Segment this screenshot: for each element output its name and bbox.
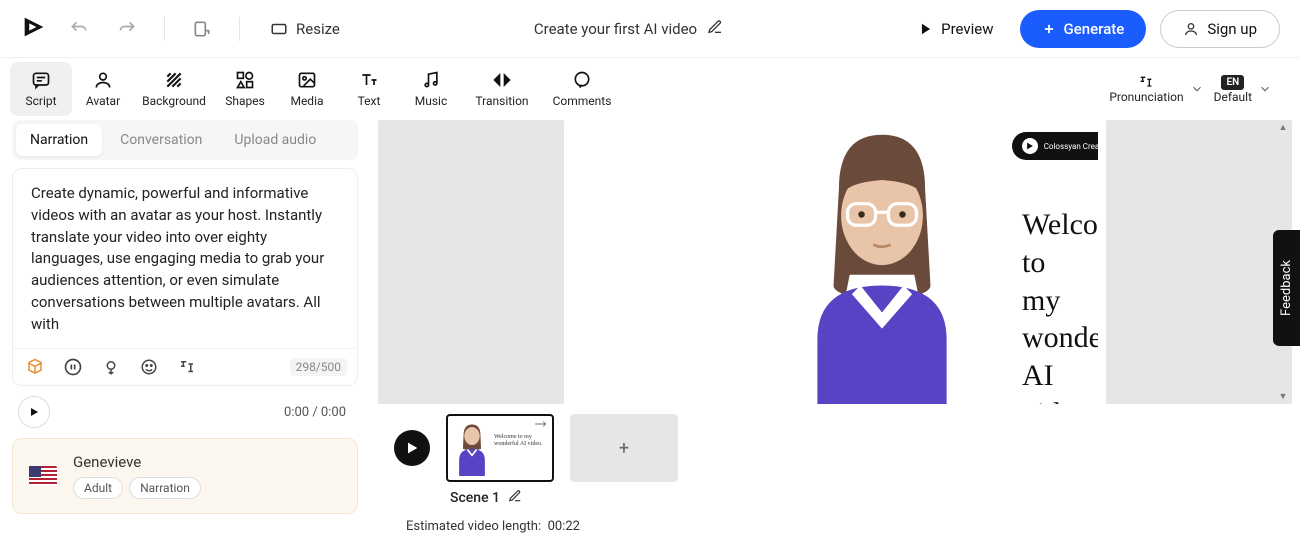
redo-button[interactable] (110, 12, 144, 46)
aspect-icon[interactable] (185, 12, 219, 46)
edit-scene-icon[interactable] (508, 488, 522, 507)
preview-label: Preview (941, 20, 993, 38)
voice-tag: Adult (73, 477, 123, 499)
tab-upload[interactable]: Upload audio (220, 124, 330, 156)
char-count: 298/500 (290, 358, 347, 376)
tool-text[interactable]: Text (338, 62, 400, 116)
chevron-down-icon (1258, 82, 1272, 96)
play-row: 0:00 / 0:00 (12, 394, 358, 430)
language-dropdown[interactable]: EN Default (1214, 75, 1272, 104)
topbar: Resize Create your first AI video Previe… (0, 0, 1300, 58)
tool-comments[interactable]: Comments (542, 62, 622, 116)
main: Narration Conversation Upload audio Crea… (0, 120, 1300, 554)
canvas-text-block[interactable]: Welcome to my wonderful AI video. Start … (1022, 206, 1088, 404)
project-title: Create your first AI video (534, 20, 697, 38)
brand-pill: Colossyan Creator™ (1012, 132, 1098, 160)
resize-label: Resize (296, 20, 340, 38)
preview-button[interactable]: Preview (907, 12, 1005, 46)
flag-us-icon (29, 466, 57, 486)
tool-label: Avatar (86, 94, 120, 108)
script-time: 0:00 / 0:00 (284, 405, 352, 420)
scene-thumbnail-1[interactable]: Welcome to mywonderful AI video. (446, 414, 554, 482)
feedback-tab[interactable]: Feedback (1273, 230, 1300, 346)
canvas-area: Colossyan Creator™ Wel (370, 120, 1300, 554)
tool-avatar[interactable]: Avatar (72, 62, 134, 116)
canvas-title: Welcome to my wonderful AI video. (1022, 206, 1088, 404)
emoji-icon[interactable] (137, 355, 161, 379)
tool-media[interactable]: Media (276, 62, 338, 116)
separator (239, 17, 240, 41)
translate-icon[interactable] (175, 355, 199, 379)
estimated-value: 00:22 (548, 519, 580, 534)
tool-label: Media (290, 94, 323, 108)
canvas-pad-right: ▲ ▼ (1106, 120, 1292, 404)
resize-button[interactable]: Resize (260, 14, 350, 44)
voice-card[interactable]: Genevieve Adult Narration (12, 438, 358, 514)
separator (164, 17, 165, 41)
tab-narration[interactable]: Narration (16, 124, 102, 156)
topbar-right: Preview Generate Sign up (907, 10, 1280, 48)
edit-title-icon[interactable] (707, 19, 723, 39)
pronunciation-dropdown[interactable]: Pronunciation (1109, 74, 1203, 104)
scene-label: Scene 1 (450, 490, 500, 506)
title-area: Create your first AI video (364, 19, 893, 39)
undo-button[interactable] (62, 12, 96, 46)
canvas-pad-left (378, 120, 564, 404)
add-scene-button[interactable]: + (570, 414, 678, 482)
script-tabs: Narration Conversation Upload audio (12, 120, 358, 160)
pause-circle-icon[interactable] (61, 355, 85, 379)
scene-label-row: Scene 1 (378, 488, 1292, 507)
default-label: Default (1214, 90, 1252, 104)
brand-text: Colossyan Creator™ (1044, 142, 1098, 151)
signup-label: Sign up (1207, 20, 1257, 38)
tab-conversation[interactable]: Conversation (106, 124, 216, 156)
timeline: Welcome to mywonderful AI video. + (378, 414, 1292, 482)
tool-label: Music (415, 94, 447, 108)
toolrow-right: Pronunciation EN Default (1109, 74, 1290, 104)
tool-transition[interactable]: Transition (462, 62, 542, 116)
tool-label: Text (358, 94, 381, 108)
generate-label: Generate (1064, 20, 1125, 38)
tool-label: Background (142, 94, 206, 108)
tool-script[interactable]: Script (10, 62, 72, 116)
tool-row: Script Avatar Background Shapes Media Te… (0, 58, 1300, 120)
tool-music[interactable]: Music (400, 62, 462, 116)
pronunciation-label: Pronunciation (1109, 90, 1183, 104)
tool-label: Script (25, 94, 56, 108)
estimated-label: Estimated video length: (406, 519, 541, 534)
script-footer: 298/500 (13, 348, 357, 385)
tool-background[interactable]: Background (134, 62, 214, 116)
script-box: Create dynamic, powerful and informative… (12, 168, 358, 386)
avatar-figure (752, 124, 1012, 404)
gesture-icon[interactable] (99, 355, 123, 379)
chevron-down-icon (1190, 82, 1204, 96)
play-script-button[interactable] (18, 396, 50, 428)
tool-label: Comments (553, 94, 612, 108)
cube-icon[interactable] (23, 355, 47, 379)
play-video-button[interactable] (394, 430, 430, 466)
voice-tag: Narration (129, 477, 201, 499)
script-textarea[interactable]: Create dynamic, powerful and informative… (13, 169, 357, 348)
tool-shapes[interactable]: Shapes (214, 62, 276, 116)
canvas-row: Colossyan Creator™ Wel (378, 120, 1292, 404)
logo[interactable] (20, 13, 48, 45)
tool-label: Transition (475, 94, 528, 108)
left-panel: Narration Conversation Upload audio Crea… (0, 120, 370, 554)
canvas[interactable]: Colossyan Creator™ Wel (572, 120, 1098, 404)
lang-badge: EN (1221, 75, 1244, 90)
estimated-length: Estimated video length: 00:22 (378, 519, 1292, 534)
voice-name: Genevieve (73, 453, 201, 471)
generate-button[interactable]: Generate (1020, 10, 1147, 48)
tool-label: Shapes (225, 94, 265, 108)
signup-button[interactable]: Sign up (1160, 10, 1280, 48)
